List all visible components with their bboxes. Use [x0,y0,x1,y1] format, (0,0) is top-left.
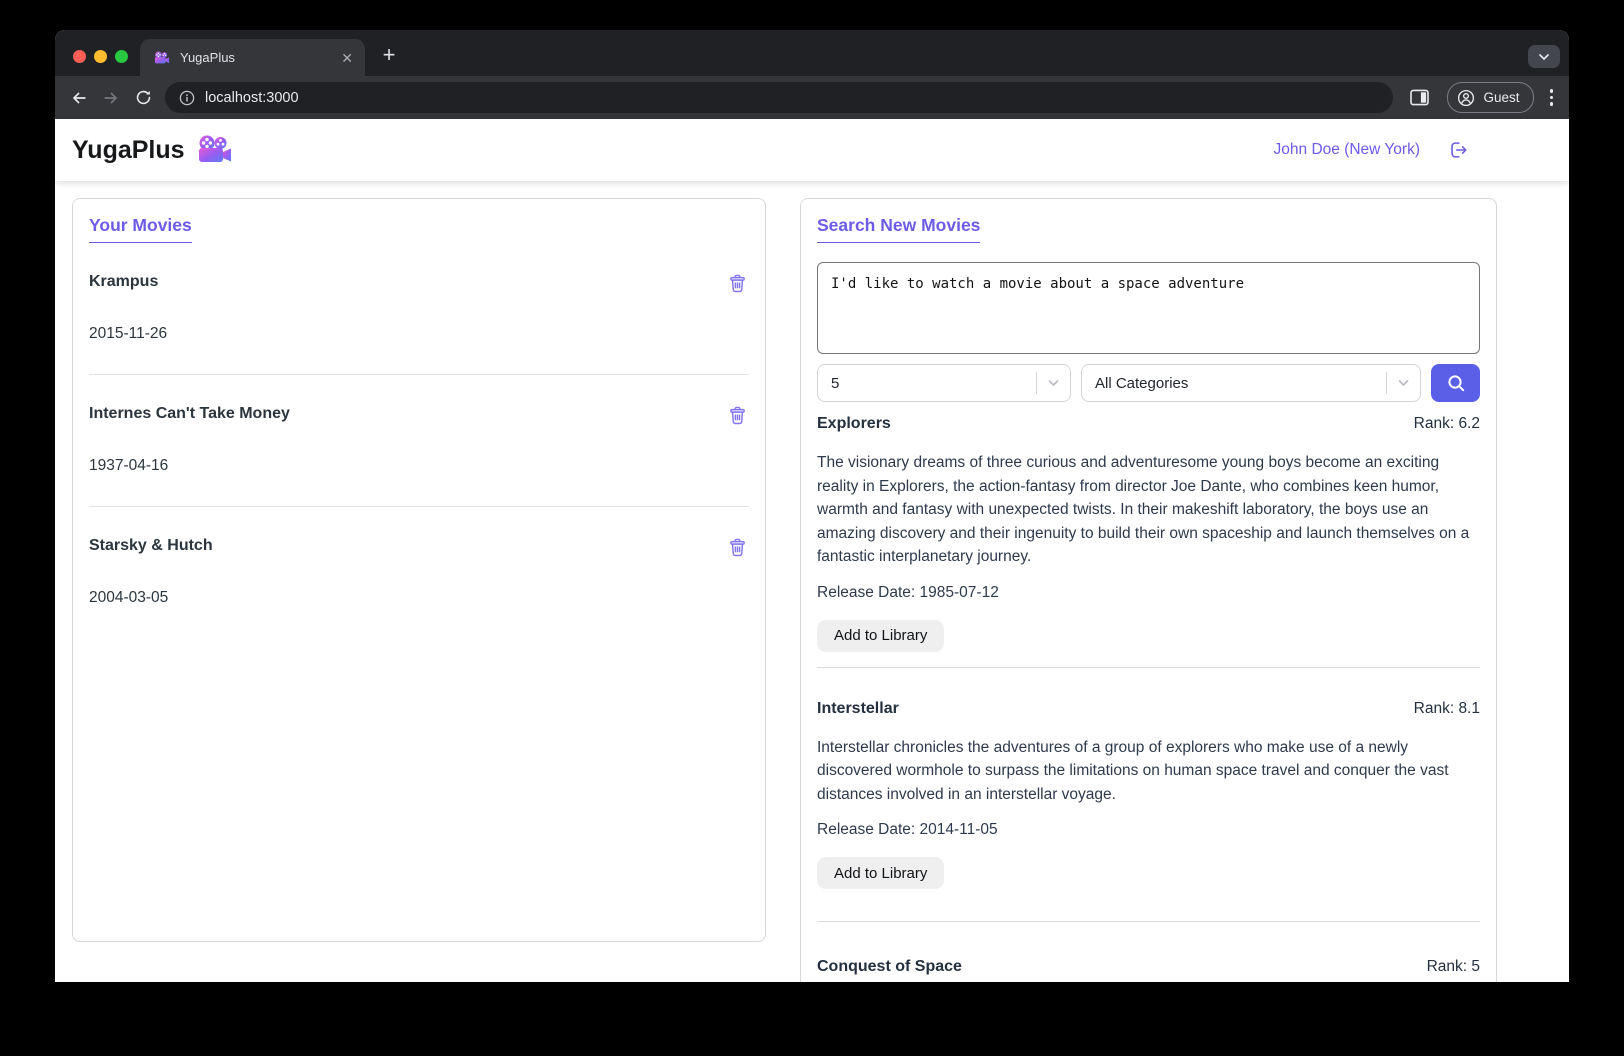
tab-yugaplus[interactable]: YugaPlus ✕ [140,39,365,76]
result-title: Conquest of Space [817,958,962,976]
result-limit-value: 5 [831,375,1036,392]
profile-button[interactable]: Guest [1447,82,1533,113]
result-rank: Rank: 8.1 [1414,700,1480,718]
divider [89,374,749,375]
profile-label: Guest [1483,90,1519,105]
movie-release-date: 2015-11-26 [89,325,749,343]
trash-icon [728,273,747,294]
result-rank: Rank: 5 [1427,958,1480,976]
forward-button[interactable] [95,82,127,114]
logout-icon [1447,139,1469,161]
divider [817,667,1480,668]
add-to-library-button[interactable]: Add to Library [817,857,944,889]
search-result: Explorers Rank: 6.2 The visionary dreams… [817,415,1480,668]
side-panel-button[interactable] [1403,82,1435,114]
tab-close-icon[interactable]: ✕ [339,49,355,67]
reload-icon [134,88,153,107]
search-result: Interstellar Rank: 8.1 Interstellar chro… [817,700,1480,923]
category-value: All Categories [1095,375,1386,392]
result-title: Explorers [817,415,891,433]
reload-button[interactable] [127,82,159,114]
logout-button[interactable] [1447,139,1469,161]
movie-title: Starsky & Hutch [89,537,213,555]
back-button[interactable] [63,82,95,114]
info-icon [179,90,195,106]
search-panel-title: Search New Movies [817,215,980,243]
search-button[interactable] [1431,364,1480,402]
list-item: Internes Can't Take Money 1937-04-16 [89,405,749,507]
address-bar[interactable]: localhost:3000 [165,82,1393,113]
desktop-background: YugaPlus ✕ + localhost:3000 [0,0,1624,1056]
user-location-label: John Doe (New York) [1274,141,1420,159]
add-to-library-button[interactable]: Add to Library [817,620,944,652]
minimize-window-button[interactable] [94,50,107,63]
result-release-date: Release Date: 2014-11-05 [817,821,1480,839]
result-rank: Rank: 6.2 [1414,415,1480,433]
back-arrow-icon [69,88,89,108]
side-panel-icon [1410,89,1429,106]
trash-icon [728,405,747,426]
result-description: The visionary dreams of three curious an… [817,451,1480,569]
result-description: Interstellar chronicles the adventures o… [817,736,1480,807]
divider [817,921,1480,922]
delete-movie-button[interactable] [726,273,749,294]
page-content: Your Movies Krampus 2015-11-26 Internes … [55,181,1569,982]
result-release-date: Release Date: 1985-07-12 [817,584,1480,602]
browser-menu-button[interactable] [1546,85,1558,110]
close-window-button[interactable] [73,50,86,63]
divider [89,506,749,507]
list-item: Starsky & Hutch 2004-03-05 [89,537,749,607]
app-header: YugaPlus Jo [55,119,1569,181]
search-controls: 5 All Categories [817,364,1480,402]
browser-toolbar: localhost:3000 Guest [55,76,1569,119]
app-title: YugaPlus [72,136,185,165]
tab-search-chevron-button[interactable] [1528,45,1560,68]
your-movies-panel: Your Movies Krampus 2015-11-26 Internes … [72,198,766,942]
person-icon [1457,89,1475,107]
movie-title: Krampus [89,273,158,291]
toolbar-right-group: Guest [1403,82,1557,114]
tab-strip: YugaPlus ✕ + [55,30,1569,76]
forward-arrow-icon [101,88,121,108]
search-result: Conquest of Space Rank: 5 [817,958,1480,976]
category-select[interactable]: All Categories [1081,364,1421,402]
result-limit-select[interactable]: 5 [817,364,1071,402]
browser-window: YugaPlus ✕ + localhost:3000 [55,30,1569,982]
search-icon [1446,373,1466,393]
new-tab-button[interactable]: + [375,41,403,69]
chevron-down-icon [1037,379,1070,387]
window-controls [73,50,128,63]
list-item: Krampus 2015-11-26 [89,273,749,375]
url-text: localhost:3000 [205,90,299,106]
delete-movie-button[interactable] [726,405,749,426]
search-query-input[interactable]: I'd like to watch a movie about a space … [817,262,1480,354]
movie-release-date: 1937-04-16 [89,457,749,475]
delete-movie-button[interactable] [726,537,749,558]
zoom-window-button[interactable] [115,50,128,63]
chevron-down-icon [1387,379,1420,387]
yugaplus-favicon-icon [154,51,170,65]
chevron-down-icon [1538,53,1550,61]
movie-camera-icon [197,135,233,165]
search-panel: Search New Movies I'd like to watch a mo… [800,198,1497,982]
movie-release-date: 2004-03-05 [89,589,749,607]
tab-title: YugaPlus [180,50,339,65]
your-movies-title: Your Movies [89,215,192,243]
result-title: Interstellar [817,700,899,718]
movie-title: Internes Can't Take Money [89,405,290,423]
trash-icon [728,537,747,558]
